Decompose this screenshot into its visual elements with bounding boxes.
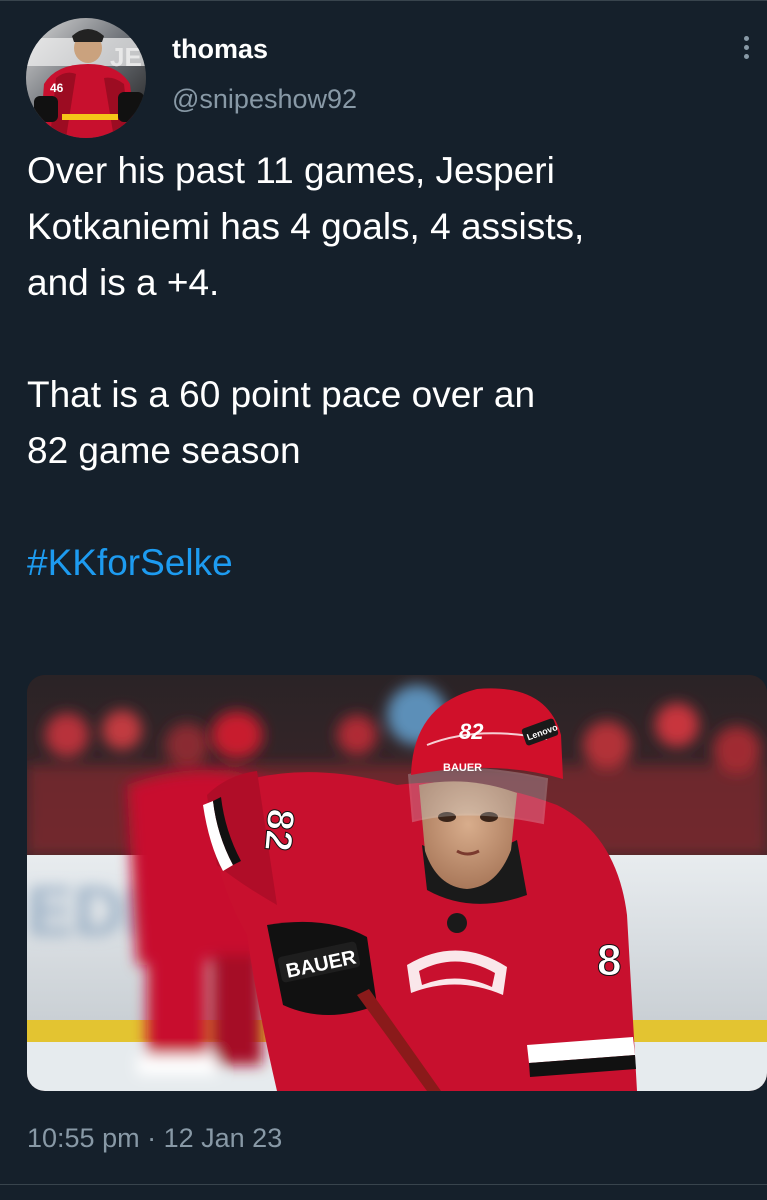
tweet-timestamp[interactable]: 10:55 pm · 12 Jan 23 <box>27 1120 282 1156</box>
tweet-time: 10:55 pm <box>27 1123 140 1153</box>
avatar-image: JE 46 <box>26 18 146 138</box>
helmet-brand: BAUER <box>443 762 482 774</box>
tweet-text-line: 82 game season <box>27 430 301 471</box>
more-options-button[interactable] <box>734 32 758 68</box>
tweet-text: Over his past 11 games, Jesperi Kotkanie… <box>27 143 767 591</box>
more-dot-icon <box>743 54 749 59</box>
hashtag-link[interactable]: #KKforSelke <box>27 542 233 583</box>
tweet-media-image[interactable]: EDIC 82 BAUER 8 82 BAUER Lenovo <box>27 675 767 1091</box>
jersey-number: 82 <box>256 807 302 853</box>
svg-text:JE: JE <box>110 42 142 72</box>
tweet-text-line: and is a +4. <box>27 262 220 303</box>
timestamp-separator: · <box>147 1123 157 1153</box>
hockey-player-photo: EDIC 82 BAUER 8 82 BAUER Lenovo <box>27 675 767 1091</box>
top-divider <box>0 0 767 1</box>
tweet-text-line: Over his past 11 games, Jesperi <box>27 150 555 191</box>
avatar[interactable]: JE 46 <box>26 18 146 138</box>
tweet-text-line: That is a 60 point pace over an <box>27 374 536 415</box>
display-name[interactable]: thomas <box>172 32 268 66</box>
tweet-text-line: Kotkaniemi has 4 goals, 4 assists, <box>27 206 585 247</box>
helmet-number: 82 <box>459 719 484 744</box>
user-handle[interactable]: @snipeshow92 <box>172 82 357 116</box>
more-dot-icon <box>743 36 749 41</box>
sleeve-number: 8 <box>597 936 621 985</box>
avatar-jersey-number: 46 <box>50 81 64 95</box>
bottom-divider <box>0 1184 767 1185</box>
more-dot-icon <box>743 45 749 50</box>
tweet-date: 12 Jan 23 <box>163 1123 283 1153</box>
